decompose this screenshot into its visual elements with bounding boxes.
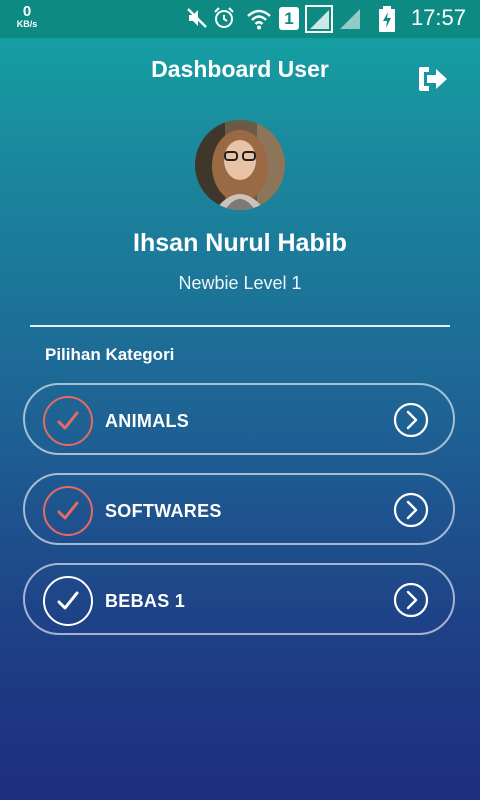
network-speed-value: 0 (22, 3, 32, 20)
avatar (195, 120, 285, 210)
alarm-icon (214, 7, 234, 28)
check-icon (43, 486, 93, 536)
logout-icon[interactable] (416, 64, 450, 94)
wifi-icon (247, 9, 271, 30)
chevron-right-icon (393, 492, 429, 528)
category-item-animals[interactable]: ANIMALS (23, 383, 455, 455)
mute-icon (187, 8, 207, 28)
category-label: SOFTWARES (105, 501, 222, 521)
user-level: Newbie Level 1 (178, 273, 302, 293)
chevron-right-icon (393, 582, 429, 618)
category-item-softwares[interactable]: SOFTWARES (23, 473, 455, 545)
signal-icon (340, 9, 360, 29)
network-speed-unit: KB/s (16, 19, 38, 29)
user-name: Ihsan Nurul Habib (133, 229, 347, 257)
battery-charging-icon (379, 6, 395, 32)
category-label: ANIMALS (105, 411, 190, 431)
chevron-right-icon (393, 402, 429, 438)
signal-icon (305, 5, 333, 33)
sim-icon: 1 (279, 7, 299, 30)
check-icon (43, 576, 93, 626)
sim-label: 1 (284, 9, 294, 28)
clock: 17:57 (410, 5, 466, 30)
section-title: Pilihan Kategori (45, 345, 175, 364)
check-icon (43, 396, 93, 446)
category-label: BEBAS 1 (105, 591, 186, 611)
page-title: Dashboard User (151, 56, 329, 82)
category-item-bebas-1[interactable]: BEBAS 1 (23, 563, 455, 635)
network-speed: 0 KB/s (14, 4, 40, 29)
divider (30, 325, 450, 327)
status-bar: 0 KB/s 1 17:57 (0, 0, 480, 38)
